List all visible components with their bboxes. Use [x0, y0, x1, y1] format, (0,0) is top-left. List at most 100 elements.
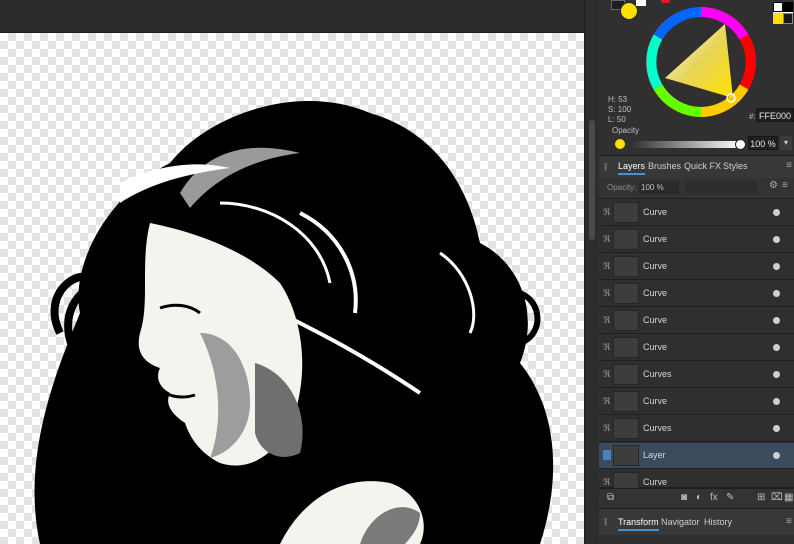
layer-lock-icon[interactable]: ℜ: [603, 342, 611, 352]
tab-styles[interactable]: Styles: [723, 161, 748, 171]
layer-name: Curve: [643, 207, 668, 217]
adjustment-icon[interactable]: ◐: [696, 492, 702, 503]
visibility-icon[interactable]: [773, 344, 780, 351]
picker-icon[interactable]: [661, 0, 670, 3]
layer-lock-icon[interactable]: ℜ: [603, 315, 611, 325]
panel-menu-icon[interactable]: ≡: [786, 160, 792, 171]
layer-lock-icon[interactable]: ℜ: [603, 396, 611, 406]
duplicate-icon[interactable]: ⊞: [757, 492, 765, 503]
layer-row[interactable]: ℜ Curve: [599, 470, 794, 493]
mask-icon[interactable]: ◙: [681, 492, 687, 503]
layer-lock-icon[interactable]: ℜ: [603, 234, 611, 244]
opacity-color-dot: [615, 139, 625, 149]
layer-row[interactable]: ℜ Curve: [599, 389, 794, 415]
layers-bottom-toolbar: ⧉ ◙ ◐ fx ✎ ⊞ ⌧ ▦: [599, 488, 794, 507]
layer-thumbnail: [613, 337, 639, 358]
scrollbar-thumb[interactable]: [589, 120, 595, 240]
layer-row[interactable]: ℜ Curve: [599, 335, 794, 361]
layer-thumbnail: [613, 229, 639, 250]
layer-thumbnail: [613, 310, 639, 331]
layer-row[interactable]: ℜ Curves: [599, 416, 794, 442]
layer-lock-icon[interactable]: ℜ: [603, 261, 611, 271]
visibility-icon[interactable]: [773, 425, 780, 432]
transform-tab-bar: || Transform Navigator History ≡: [599, 508, 794, 535]
gear-icon[interactable]: ⚙: [769, 180, 778, 191]
layer-row[interactable]: ℜ Curve: [599, 308, 794, 334]
visibility-icon[interactable]: [773, 236, 780, 243]
layer-thumbnail: [613, 364, 639, 385]
tab-brushes[interactable]: Brushes: [648, 161, 681, 171]
canvas-vertical-scrollbar[interactable]: [584, 0, 599, 544]
tab-history[interactable]: History: [704, 517, 732, 527]
layer-select-checkbox[interactable]: [603, 450, 611, 460]
visibility-icon[interactable]: [773, 398, 780, 405]
chevron-down-icon[interactable]: ▾: [780, 136, 792, 150]
color-presets[interactable]: [773, 2, 793, 24]
visibility-icon[interactable]: [773, 317, 780, 324]
more-icon[interactable]: ▦: [784, 492, 793, 503]
visibility-icon[interactable]: [773, 209, 780, 216]
layer-name: Curve: [643, 342, 668, 352]
layer-row[interactable]: ℜ Curve: [599, 200, 794, 226]
layer-name: Curve: [643, 315, 668, 325]
layer-lock-icon[interactable]: ℜ: [603, 288, 611, 298]
opacity-slider-handle[interactable]: [735, 139, 746, 150]
panel-menu-icon[interactable]: ≡: [786, 516, 792, 527]
tab-transform[interactable]: Transform: [618, 517, 659, 531]
brush-icon[interactable]: ✎: [726, 492, 734, 503]
layer-row-selected[interactable]: Layer: [599, 443, 794, 469]
add-layer-icon[interactable]: ⧉: [607, 492, 614, 503]
layers-options-bar: Opacity: 100 % ⚙ ≡: [599, 178, 794, 199]
saturation-triangle: [665, 24, 733, 98]
layer-lock-icon[interactable]: ℜ: [603, 477, 611, 487]
saturation-readout: S: 100: [608, 105, 632, 114]
right-studio-panel: H: 53 S: 100 L: 50 #: FFE000 Opacity 100…: [599, 0, 794, 544]
layer-thumbnail: [613, 256, 639, 277]
layer-lock-icon[interactable]: ℜ: [603, 369, 611, 379]
layer-name: Layer: [643, 450, 666, 460]
tab-quick-fx[interactable]: Quick FX: [684, 161, 721, 171]
lightness-readout: L: 50: [608, 115, 626, 124]
visibility-icon[interactable]: [773, 371, 780, 378]
visibility-icon[interactable]: [773, 263, 780, 270]
layer-lock-icon[interactable]: ℜ: [603, 423, 611, 433]
layer-name: Curves: [643, 423, 672, 433]
dark-swatch[interactable]: [783, 13, 793, 24]
trash-icon[interactable]: ⌧: [771, 492, 783, 503]
hex-input[interactable]: FFE000: [756, 108, 794, 122]
layer-row[interactable]: ℜ Curves: [599, 362, 794, 388]
layer-thumbnail: [613, 391, 639, 412]
fx-icon[interactable]: fx: [710, 492, 718, 503]
visibility-icon[interactable]: [773, 290, 780, 297]
opacity-slider[interactable]: [630, 141, 740, 148]
layer-thumbnail: [613, 202, 639, 223]
layer-opacity-field[interactable]: 100 %: [639, 181, 679, 194]
panel-grip-icon[interactable]: ||: [604, 162, 607, 171]
layer-row[interactable]: ℜ Curve: [599, 254, 794, 280]
document-canvas[interactable]: [0, 33, 584, 544]
layers-menu-icon[interactable]: ≡: [782, 180, 788, 191]
layer-name: Curve: [643, 288, 668, 298]
opacity-value-field[interactable]: 100 %: [748, 136, 778, 150]
layer-name: Curves: [643, 369, 672, 379]
canvas-top-bar: [0, 0, 584, 33]
layer-row[interactable]: ℜ Curve: [599, 281, 794, 307]
blend-mode-select[interactable]: [685, 181, 757, 194]
panel-grip-icon[interactable]: ||: [604, 517, 607, 526]
tab-navigator[interactable]: Navigator: [661, 517, 700, 527]
hue-wheel[interactable]: [645, 6, 757, 118]
layer-thumbnail: [613, 283, 639, 304]
yellow-swatch[interactable]: [773, 13, 783, 24]
canvas-area[interactable]: [0, 0, 584, 544]
layer-row[interactable]: ℜ Curve: [599, 227, 794, 253]
white-swatch[interactable]: [773, 2, 783, 12]
tab-layers[interactable]: Layers: [618, 161, 646, 175]
black-swatch[interactable]: [783, 2, 793, 12]
hex-label: #:: [749, 112, 756, 121]
artwork-woman-portrait: [34, 101, 554, 544]
visibility-icon[interactable]: [773, 452, 780, 459]
layers-tab-bar: || Layers Brushes Quick FX Styles ≡: [599, 155, 794, 179]
hue-readout: H: 53: [608, 95, 628, 104]
opacity-label: Opacity: [612, 126, 640, 135]
layer-lock-icon[interactable]: ℜ: [603, 207, 611, 217]
